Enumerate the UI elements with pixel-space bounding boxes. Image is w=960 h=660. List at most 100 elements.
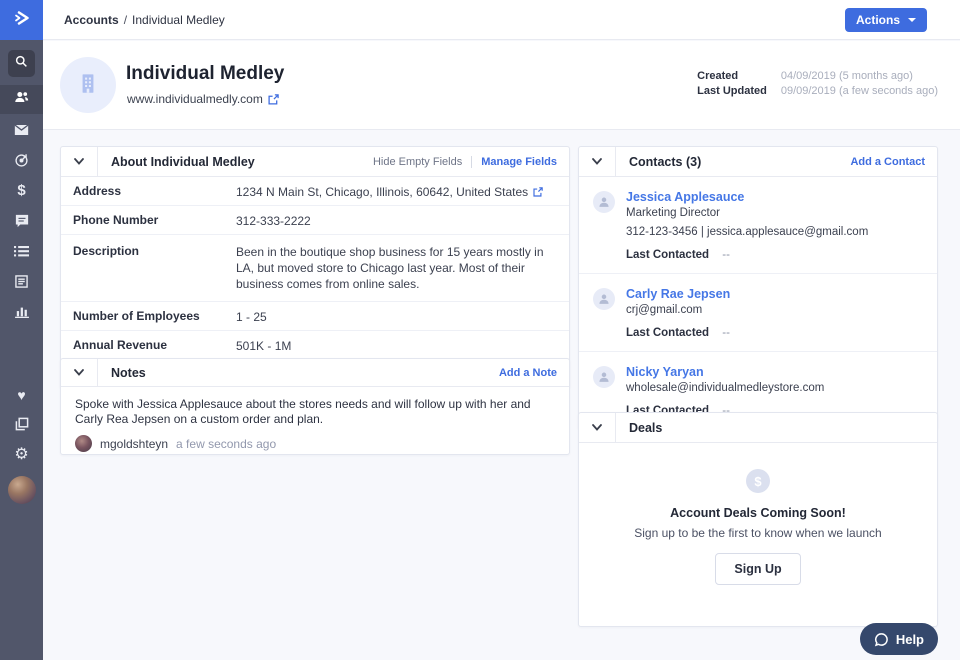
account-meta: Created 04/09/2019 (5 months ago) Last U… (697, 70, 938, 97)
contacts-collapse-button[interactable] (579, 147, 616, 176)
note-text: Spoke with Jessica Applesauce about the … (61, 387, 569, 427)
app-root: $ (0, 0, 960, 660)
actions-button-label: Actions (856, 13, 900, 27)
field-label: Number of Employees (73, 307, 236, 323)
sidebar: $ (0, 0, 43, 660)
contact-separator: | (701, 226, 704, 238)
sign-up-button[interactable]: Sign Up (715, 553, 800, 585)
add-note-button[interactable]: Add a Note (499, 367, 557, 379)
last-contacted-value: -- (722, 327, 730, 339)
page-title: Individual Medley (126, 63, 284, 85)
last-contacted-label: Last Contacted (626, 249, 709, 261)
search-nav-button[interactable] (8, 50, 35, 77)
about-card-header: About Individual Medley Hide Empty Field… (61, 147, 569, 177)
sidebar-item-favorites[interactable]: ♥ (0, 381, 43, 409)
field-value: 1 - 25 (236, 307, 267, 325)
about-collapse-button[interactable] (61, 147, 98, 176)
note-timestamp: a few seconds ago (176, 437, 276, 451)
hide-empty-fields-button[interactable]: Hide Empty Fields (373, 156, 462, 168)
chevron-down-icon (592, 158, 602, 165)
note-meta: mgoldshteyn a few seconds ago (61, 427, 569, 452)
last-contacted-value: -- (722, 249, 730, 261)
breadcrumb-accounts-link[interactable]: Accounts (64, 13, 119, 27)
contact-avatar (593, 191, 615, 213)
contacts-card-title: Contacts (3) (629, 155, 701, 169)
contact-avatar (593, 288, 615, 310)
external-link-icon[interactable] (533, 184, 543, 197)
actions-button[interactable]: Actions (845, 8, 927, 32)
app-logo[interactable] (0, 0, 43, 40)
contacts-card-header: Contacts (3) Add a Contact (579, 147, 937, 177)
manage-fields-button[interactable]: Manage Fields (481, 156, 557, 168)
building-icon (75, 70, 101, 101)
deals-empty-state: $ Account Deals Coming Soon! Sign up to … (579, 443, 937, 585)
sidebar-item-reports[interactable] (0, 297, 43, 325)
website-text: www.individualmedly.com (127, 92, 263, 106)
chevron-down-icon (592, 424, 602, 431)
contact-email: crj@gmail.com (626, 304, 730, 316)
notes-collapse-button[interactable] (61, 359, 98, 386)
last-contacted-label: Last Contacted (626, 327, 709, 339)
contacts-icon (14, 90, 29, 109)
field-row-employees: Number of Employees 1 - 25 (61, 302, 569, 331)
contact-name-link[interactable]: Nicky Yaryan (626, 365, 824, 379)
last-updated-value: 09/09/2019 (a few seconds ago) (781, 85, 938, 97)
sidebar-item-copy[interactable] (0, 410, 43, 438)
account-website-link[interactable]: www.individualmedly.com (127, 92, 279, 106)
contact-details: 312-123-3456 | jessica.applesauce@gmail.… (626, 226, 868, 238)
dollar-circle-icon: $ (746, 469, 770, 493)
external-link-icon (268, 94, 279, 105)
list-icon (14, 245, 29, 257)
notes-card-header: Notes Add a Note (61, 359, 569, 387)
help-button[interactable]: Help (860, 623, 938, 655)
field-value: Been in the boutique shop business for 1… (236, 242, 557, 292)
last-contacted: Last Contacted -- (626, 327, 730, 339)
field-value: 501K - 1M (236, 336, 291, 354)
contacts-card: Contacts (3) Add a Contact Jessica Apple… (578, 146, 938, 430)
chevron-down-icon (74, 369, 84, 376)
breadcrumb-separator: / (124, 13, 127, 27)
sidebar-item-opportunities[interactable] (0, 146, 43, 174)
logo-arrow-icon (12, 8, 32, 33)
note-author-avatar (75, 435, 92, 452)
chevron-down-icon (74, 158, 84, 165)
user-avatar[interactable] (8, 476, 36, 504)
contact-phone: 312-123-3456 (626, 226, 698, 238)
notes-card-title: Notes (111, 366, 146, 380)
add-contact-button[interactable]: Add a Contact (850, 156, 925, 168)
about-card-title: About Individual Medley (111, 155, 255, 169)
contact-name-link[interactable]: Carly Rae Jepsen (626, 287, 730, 301)
deals-card: Deals $ Account Deals Coming Soon! Sign … (578, 412, 938, 627)
account-avatar (60, 57, 116, 113)
contact-row: Jessica Applesauce Marketing Director 31… (579, 177, 937, 274)
person-icon (597, 195, 611, 209)
contact-row: Carly Rae Jepsen crj@gmail.com Last Cont… (579, 274, 937, 352)
gear-icon: ⚙ (14, 447, 28, 463)
deals-collapse-button[interactable] (579, 413, 616, 442)
sidebar-item-templates[interactable] (0, 267, 43, 295)
copy-icon (15, 417, 29, 431)
note-author: mgoldshteyn (100, 437, 168, 451)
heart-icon: ♥ (17, 388, 25, 402)
breadcrumb: Accounts / Individual Medley (64, 0, 225, 40)
bar-chart-icon (15, 305, 29, 318)
notes-card: Notes Add a Note Spoke with Jessica Appl… (60, 358, 570, 455)
field-row-phone: Phone Number 312-333-2222 (61, 206, 569, 235)
help-button-label: Help (896, 632, 924, 647)
header-divider (471, 156, 472, 168)
mail-icon (14, 124, 29, 136)
field-label: Address (73, 182, 236, 198)
person-icon (597, 292, 611, 306)
sidebar-item-conversations[interactable] (0, 207, 43, 235)
sidebar-item-inbox[interactable] (0, 116, 43, 144)
sidebar-item-tasks[interactable] (0, 237, 43, 265)
deals-card-title: Deals (629, 421, 662, 435)
deals-empty-title: Account Deals Coming Soon! (670, 506, 846, 520)
contact-role: Marketing Director (626, 207, 868, 219)
chat-icon (15, 214, 29, 228)
contact-email: wholesale@individualmedleystore.com (626, 382, 824, 394)
sidebar-item-sales[interactable]: $ (0, 176, 43, 204)
sidebar-item-settings[interactable]: ⚙ (0, 441, 43, 469)
sidebar-item-contacts[interactable] (0, 85, 43, 114)
contact-name-link[interactable]: Jessica Applesauce (626, 190, 868, 204)
